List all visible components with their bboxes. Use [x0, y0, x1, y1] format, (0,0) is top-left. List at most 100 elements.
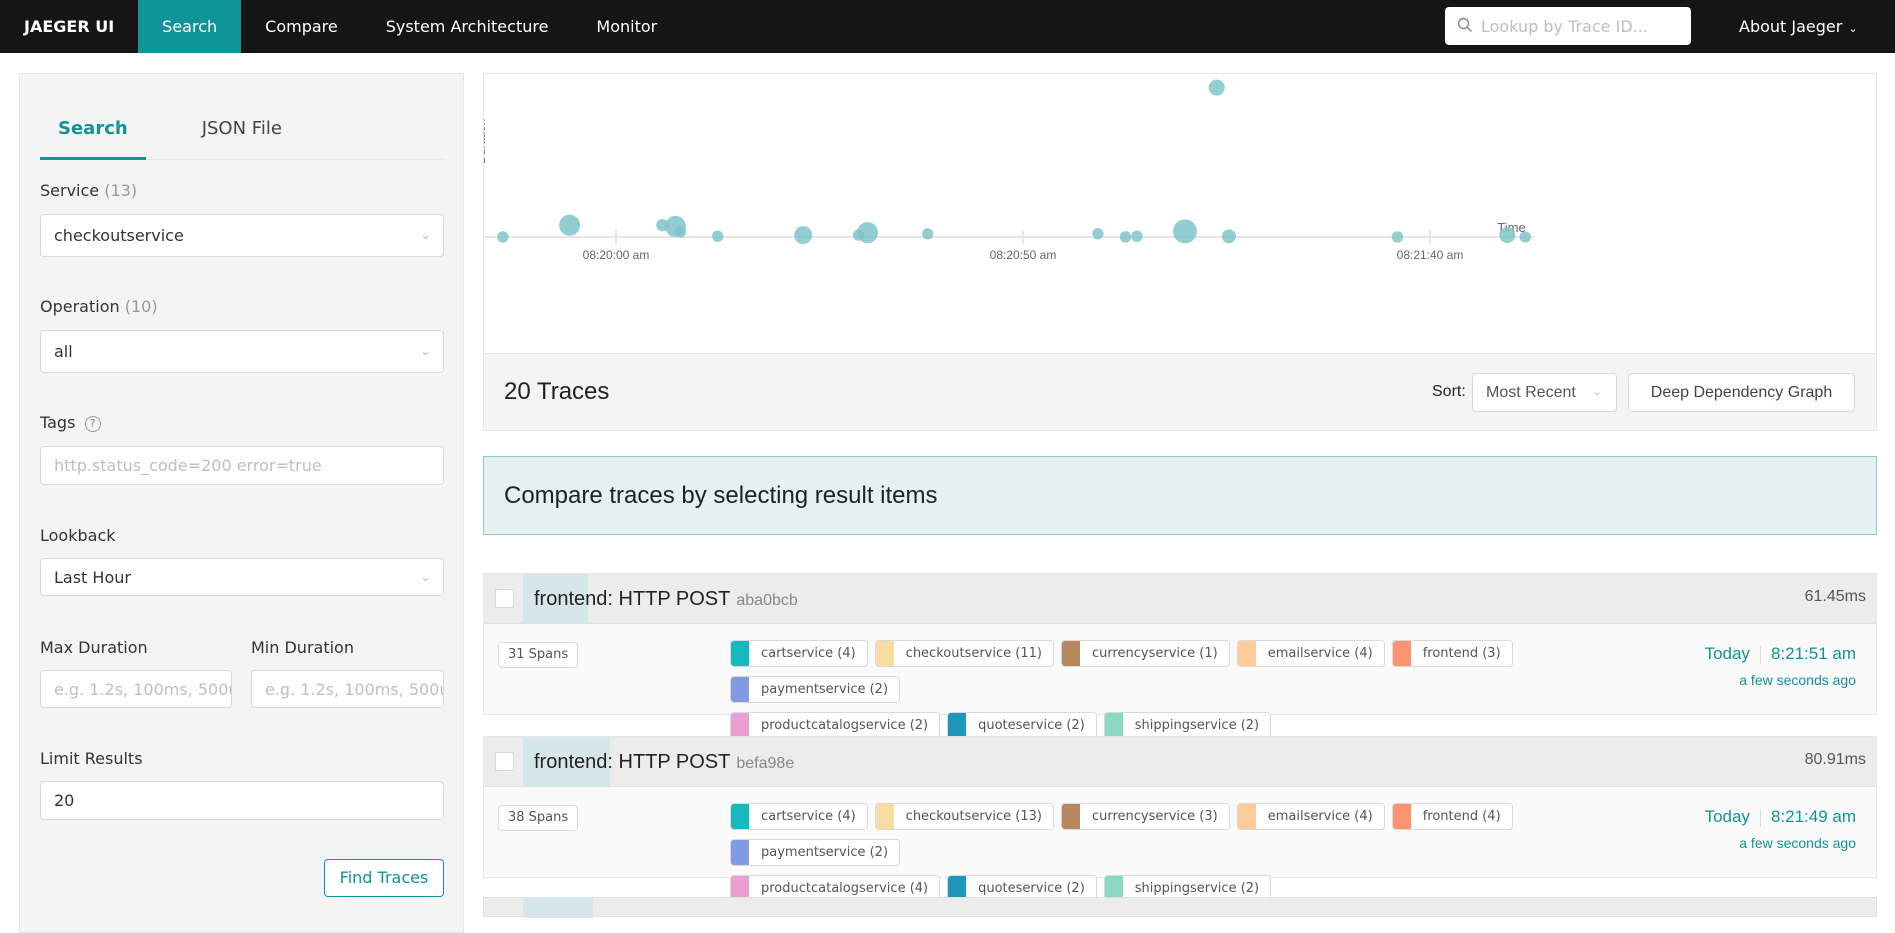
brand-logo[interactable]: JAEGER UI	[0, 0, 138, 53]
trace-point[interactable]	[1221, 229, 1236, 244]
service-tag-label: cartservice (4)	[761, 809, 856, 824]
trace-point[interactable]	[1092, 228, 1104, 240]
trace-title[interactable]: frontend: HTTP POST befa98e	[534, 751, 794, 774]
deep-dependency-graph-button[interactable]: Deep Dependency Graph	[1628, 373, 1855, 412]
trace-id-input[interactable]	[1479, 15, 1679, 37]
find-traces-button[interactable]: Find Traces	[324, 859, 444, 897]
x-tick-label: 08:20:00 am	[583, 248, 650, 262]
trace-point[interactable]	[794, 226, 813, 245]
sort-select[interactable]: Most Recent ⌄	[1472, 373, 1617, 412]
search-panel: Search JSON File Service (13) checkoutse…	[19, 73, 464, 933]
x-tick-label: 08:20:50 am	[990, 248, 1057, 262]
service-tag[interactable]: productcatalogservice (2)	[730, 712, 941, 739]
service-color-swatch	[875, 641, 894, 666]
trace-point[interactable]	[674, 226, 686, 238]
service-color-swatch	[948, 713, 967, 738]
trace-point[interactable]	[857, 222, 879, 244]
trace-point[interactable]	[1499, 226, 1516, 243]
trace-item-header[interactable]: frontend: HTTP POST befa98e 80.91ms	[484, 737, 1876, 787]
service-tag-label: shippingservice (2)	[1134, 881, 1260, 896]
service-color-swatch	[731, 713, 749, 738]
service-tag[interactable]: checkoutservice (11)	[874, 640, 1054, 667]
tab-json-file[interactable]: JSON File	[184, 114, 300, 160]
trace-item[interactable]: frontend: HTTP POST aba0bcb 61.45ms 31 Sp…	[483, 573, 1877, 739]
service-tag[interactable]: quoteservice (2)	[947, 712, 1097, 739]
trace-title[interactable]: frontend: HTTP POST aba0bcb	[534, 588, 798, 611]
tags-label-text: Tags	[40, 413, 76, 432]
trace-point[interactable]	[1172, 219, 1197, 244]
operation-value: all	[54, 342, 73, 361]
service-tag[interactable]: cartservice (4)	[730, 640, 868, 667]
nav-search[interactable]: Search	[138, 0, 242, 53]
service-tag[interactable]: checkoutservice (13)	[874, 803, 1054, 830]
compare-hint-text: Compare traces by selecting result items	[504, 482, 938, 509]
service-color-swatch	[731, 677, 749, 702]
trace-time: 8:21:51 am	[1770, 644, 1856, 663]
operation-select[interactable]: all ⌄	[40, 330, 444, 373]
nav-compare[interactable]: Compare	[241, 0, 362, 53]
service-tag-label: cartservice (4)	[761, 646, 856, 661]
service-tag-label: paymentservice (2)	[761, 682, 889, 697]
service-select[interactable]: checkoutservice ⌄	[40, 214, 444, 257]
service-color-swatch	[731, 641, 749, 666]
trace-id-lookup[interactable]	[1445, 7, 1691, 45]
service-count: (13)	[104, 181, 138, 200]
service-label: Service (13)	[40, 181, 137, 200]
service-color-swatch	[1392, 641, 1411, 666]
sort-value: Most Recent	[1486, 384, 1576, 401]
trace-id: aba0bcb	[736, 592, 798, 609]
trace-relative-time: a few seconds ago	[1739, 672, 1856, 688]
y-axis-label: Duration	[484, 119, 488, 164]
service-tag[interactable]: emailservice (4)	[1236, 803, 1385, 830]
tags-label: Tags ?	[40, 413, 101, 432]
about-jaeger-menu[interactable]: About Jaeger ⌄	[1739, 0, 1858, 53]
trace-point[interactable]	[559, 214, 581, 236]
trace-item[interactable]	[483, 897, 1877, 918]
nav-monitor[interactable]: Monitor	[572, 0, 681, 53]
traces-count: 20 Traces	[504, 378, 610, 405]
tags-input[interactable]: http.status_code=200 error=true	[40, 446, 444, 485]
trace-item[interactable]: frontend: HTTP POST befa98e 80.91ms 38 Sp…	[483, 736, 1877, 902]
service-tag[interactable]: frontend (4)	[1391, 803, 1513, 830]
service-color-swatch	[731, 840, 749, 865]
service-tag[interactable]: currencyservice (1)	[1060, 640, 1230, 667]
service-tag[interactable]: paymentservice (2)	[730, 839, 901, 866]
max-duration-input[interactable]: e.g. 1.2s, 100ms, 500us	[40, 670, 232, 708]
service-tag[interactable]: currencyservice (3)	[1060, 803, 1230, 830]
trace-point[interactable]	[712, 230, 724, 243]
trace-day: Today	[1704, 807, 1750, 826]
service-tag[interactable]: emailservice (4)	[1236, 640, 1385, 667]
service-tag-label: checkoutservice (11)	[905, 646, 1042, 661]
lookback-select[interactable]: Last Hour ⌄	[40, 558, 444, 596]
trace-points	[497, 79, 1531, 245]
limit-results-input[interactable]: 20	[40, 781, 444, 820]
trace-item-header[interactable]: frontend: HTTP POST aba0bcb 61.45ms	[484, 574, 1876, 624]
divider	[1759, 645, 1761, 664]
trace-duration-bar	[523, 898, 593, 918]
trace-relative-time: a few seconds ago	[1739, 835, 1856, 851]
service-tag-label: shippingservice (2)	[1134, 718, 1260, 733]
trace-point[interactable]	[1519, 231, 1531, 243]
trace-point[interactable]	[1119, 231, 1132, 243]
trace-point[interactable]	[922, 228, 934, 240]
trace-select-checkbox[interactable]	[495, 752, 514, 771]
help-icon[interactable]: ?	[84, 415, 101, 432]
service-tag-label: currencyservice (3)	[1091, 809, 1218, 824]
service-color-swatch	[1237, 804, 1256, 829]
service-tag[interactable]: shippingservice (2)	[1103, 712, 1272, 739]
min-duration-input[interactable]: e.g. 1.2s, 100ms, 500us	[251, 670, 444, 708]
nav-system-architecture[interactable]: System Architecture	[362, 0, 573, 53]
service-tag[interactable]: cartservice (4)	[730, 803, 868, 830]
trace-select-checkbox[interactable]	[495, 589, 514, 608]
tab-search[interactable]: Search	[40, 114, 146, 160]
trace-point[interactable]	[497, 231, 509, 243]
trace-point[interactable]	[1391, 231, 1404, 243]
trace-name: frontend: HTTP POST	[534, 588, 731, 610]
service-tag[interactable]: frontend (3)	[1391, 640, 1513, 667]
service-tag[interactable]: paymentservice (2)	[730, 676, 901, 703]
service-color-swatch	[1392, 804, 1411, 829]
trace-point[interactable]	[1131, 230, 1143, 243]
trace-point[interactable]	[1208, 79, 1225, 96]
max-duration-label: Max Duration	[40, 638, 148, 657]
operation-label: Operation (10)	[40, 297, 158, 316]
